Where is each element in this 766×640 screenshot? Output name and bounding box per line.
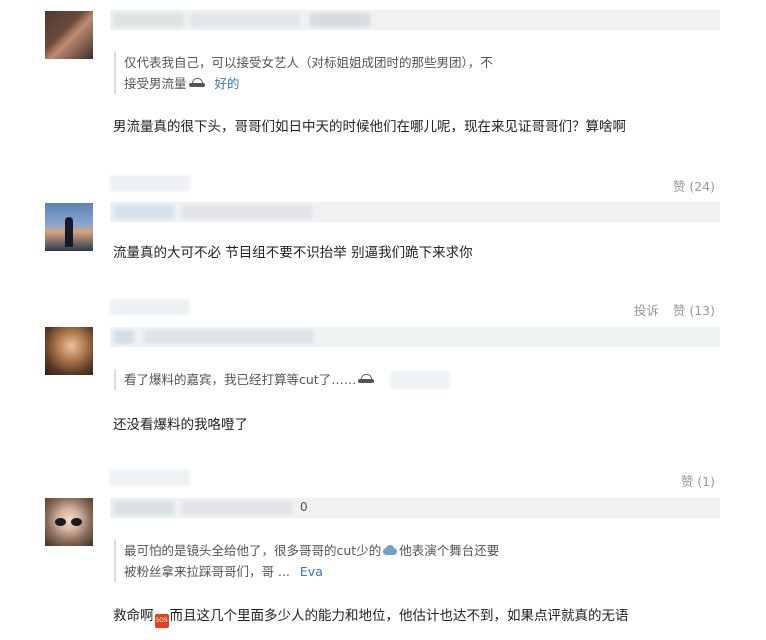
quote-text: 看了爆料的嘉宾，我已经打算等cut了…… — [124, 372, 357, 387]
username-suffix: 0 — [300, 500, 308, 514]
comment-text: 救命啊 SOS 而且这几个里面多少人的能力和地位，他估计也达不到，如果点评就真的无语 — [113, 604, 629, 628]
comment-text: 还没看爆料的我咯噔了 — [113, 417, 248, 433]
timestamp-blurred — [110, 299, 190, 315]
comment-text-b: 而且这几个里面多少人的能力和地位，他估计也达不到，如果点评就真的无语 — [169, 608, 629, 624]
avatar[interactable] — [45, 498, 93, 546]
comment-actions: 赞 (24) — [663, 176, 715, 195]
shoe-icon — [188, 77, 205, 87]
quote-text-line2: 被粉丝拿来拉踩哥哥们，哥 ... — [124, 564, 290, 579]
username-blurred[interactable] — [110, 327, 720, 347]
avatar[interactable] — [45, 327, 93, 375]
quote-link[interactable]: Eva — [300, 564, 323, 579]
timestamp-blurred — [110, 470, 190, 486]
avatar[interactable] — [45, 11, 93, 59]
timestamp-blurred — [110, 175, 190, 191]
like-button[interactable]: 赞 (13) — [673, 303, 715, 318]
quote-text-line1: 仅代表我自己，可以接受女艺人（对标姐姐成团时的那些男团），不 — [124, 55, 493, 70]
like-button[interactable]: 赞 (1) — [681, 474, 715, 489]
comment-actions: 赞 (1) — [671, 471, 715, 490]
comment-text: 男流量真的很下头，哥哥们如日中天的时候他们在哪儿呢，现在来见证哥哥们？算啥啊 — [113, 119, 626, 135]
comment-text: 流量真的大可不必 节目组不要不识抬举 别逼我们跪下来求你 — [113, 245, 473, 261]
quote-link-blurred[interactable] — [390, 371, 450, 389]
quoted-reply: 最可怕的是镜头全给他了，很多哥哥的cut少的 他表演个舞台还要 被粉丝拿来拉踩哥哥… — [114, 540, 534, 582]
cloud-emoji-icon — [383, 545, 398, 555]
sos-emoji-icon: SOS — [154, 614, 169, 628]
report-button[interactable]: 投诉 — [634, 303, 659, 318]
username-blurred[interactable] — [110, 202, 720, 222]
username-blurred[interactable] — [110, 498, 720, 518]
quote-text-line1b: 他表演个舞台还要 — [399, 543, 500, 558]
quote-link[interactable]: 好的 — [215, 76, 240, 91]
quoted-reply: 仅代表我自己，可以接受女艺人（对标姐姐成团时的那些男团），不 接受男流量 好的 — [114, 52, 534, 94]
like-button[interactable]: 赞 (24) — [673, 179, 715, 194]
comment-actions: 投诉 赞 (13) — [624, 300, 715, 319]
quote-text-line2: 接受男流量 — [124, 76, 187, 91]
avatar[interactable] — [45, 203, 93, 251]
quoted-reply: 看了爆料的嘉宾，我已经打算等cut了…… — [114, 369, 434, 390]
comment-text-a: 救命啊 — [113, 608, 154, 624]
username-blurred[interactable] — [110, 10, 720, 30]
quote-text-line1a: 最可怕的是镜头全给他了，很多哥哥的cut少的 — [124, 543, 382, 558]
shoe-icon — [358, 373, 375, 383]
